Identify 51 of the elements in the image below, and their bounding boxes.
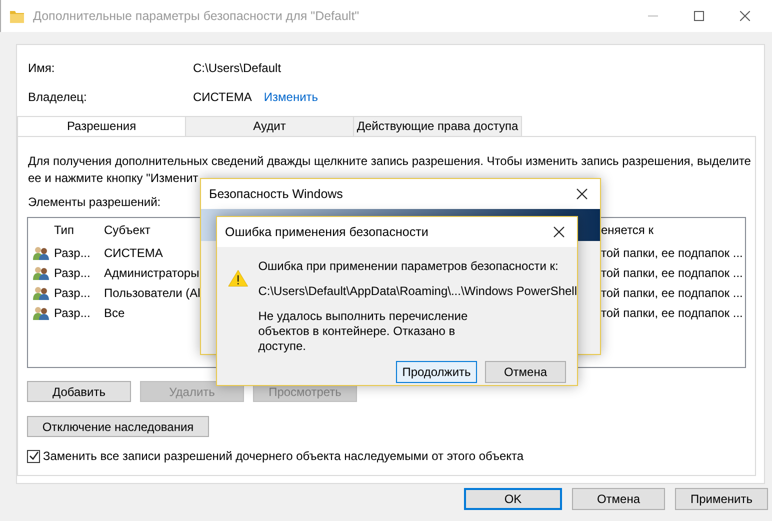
folder-icon [10,10,24,22]
table-cell-text: Разр... [54,306,92,320]
table-cell-text: той папки, ее подпапок ... [601,246,744,260]
description-text: Для получения дополнительных сведений дважды щелкните запись разрешения. Чтобы изменить запись разрешения, выделите [28,153,752,170]
field-label: Имя: [28,61,56,75]
tab[interactable]: Разрешения [17,116,186,136]
column-header: еняется к [601,222,655,236]
table-cell-text: Разр... [54,266,92,280]
description-text: ее и нажмите кнопку "Изменит [28,170,198,187]
checkmark-icon [28,451,38,461]
maximize-icon [694,11,704,21]
table-cell-text: Разр... [54,286,92,300]
dialog-title: Безопасность Windows [209,187,343,201]
dialog-button[interactable]: Отмена [485,361,566,383]
list-label: Элементы разрешений: [28,194,162,211]
column-header: Субъект [104,222,152,236]
list-button[interactable]: Добавить [27,381,131,402]
dialog-button[interactable]: Применить [675,488,768,510]
column-header: Тип [54,222,76,236]
field-value: C:\Users\Default [193,61,282,75]
table-cell: Администраторы [104,266,200,280]
disable-inheritance-button[interactable]: Отключение наследования [27,416,209,437]
users-icon [33,246,49,260]
error-path: C:\Users\Default\AppData\Roaming\...\Windows PowerShell [258,284,577,299]
field-value: СИСТЕМА [193,90,252,104]
table-cell: Пользователи (Al [104,286,200,300]
table-cell-text: Разр... [54,246,92,260]
table-cell-text: той папки, ее подпапок ... [601,266,744,280]
window-title: Дополнительные параметры безопасности для "Default" [33,9,360,23]
close-icon [740,11,750,21]
checkbox[interactable] [27,450,40,462]
tab[interactable]: Аудит [185,116,354,136]
users-icon [33,306,49,320]
users-icon [33,286,49,300]
dialog-button[interactable]: Продолжить [396,361,477,383]
dialog-button[interactable]: OK [464,488,562,510]
table-cell-text: той папки, ее подпапок ... [601,306,744,320]
users-icon [33,266,49,280]
tab[interactable]: Действующие права доступа [353,116,522,136]
field-label: Владелец: [28,90,88,104]
close-icon [553,226,565,238]
error-detail: Не удалось выполнить перечисление объектов в контейнере. Отказано в доступе. [258,309,469,354]
dialog-button[interactable]: Отмена [572,488,665,510]
close-icon [576,188,588,200]
dialog-title: Ошибка применения безопасности [225,225,428,239]
checkbox-label: Заменить все записи разрешений дочернего объекта наследуемыми от этого объекта [43,449,524,463]
table-cell-text: СИСТЕМА [104,246,164,260]
table-cell-text: Все [104,306,126,320]
change-link[interactable]: Изменить [264,90,318,104]
table-cell-text: той папки, ее подпапок ... [601,286,744,300]
error-message: Ошибка при применении параметров безопасности к: [258,259,560,274]
